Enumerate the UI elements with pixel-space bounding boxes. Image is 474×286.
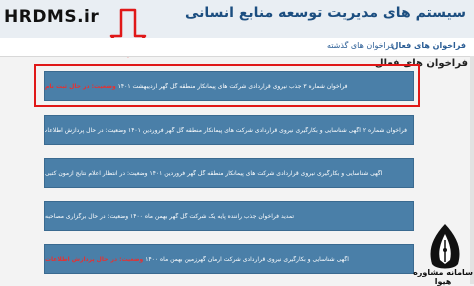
call-item-3-title: آگهی شناسایی و بکارگیری نیروی قراردادی ش…: [45, 169, 383, 177]
logo-text: سامانه مشاوره هیوا: [413, 268, 473, 286]
app-title: سیستم های مدیریت توسعه منابع انسانی: [184, 5, 466, 21]
call-item-5[interactable]: آگهی شناسایی و بکارگیری نیروی قراردادی ش…: [44, 244, 414, 274]
call-item-3[interactable]: آگهی شناسایی و بکارگیری نیروی قراردادی ش…: [44, 158, 414, 188]
tab-past-calls[interactable]: فراخوان های گذشته: [327, 41, 394, 50]
nav-bar: فراخوان های فعال فراخوان های گذشته: [0, 38, 474, 57]
call-item-5-status: وضعیت: در حال پردازش اطلاعات: [45, 255, 144, 263]
call-item-4[interactable]: تمدید فراخوان جذب راننده پایه یک شرکت گل…: [44, 201, 414, 231]
call-item-2[interactable]: فراخوان شماره ۲ آگهی شناسایی و بکارگیری …: [44, 115, 414, 145]
highlight-box: [34, 64, 420, 107]
site-watermark: HRDMS.ir: [4, 7, 100, 27]
call-item-5-title: آگهی شناسایی و بکارگیری نیروی قراردادی ش…: [145, 255, 349, 263]
call-item-4-title: تمدید فراخوان جذب راننده پایه یک شرکت گل…: [45, 212, 295, 220]
app-header: HRDMS.ir سیستم های مدیریت توسعه منابع ان…: [0, 0, 474, 39]
tab-active-calls[interactable]: فراخوان های فعال: [392, 41, 466, 50]
call-item-5-text: آگهی شناسایی و بکارگیری نیروی قراردادی ش…: [45, 256, 349, 263]
call-item-2-title: فراخوان شماره ۲ آگهی شناسایی و بکارگیری …: [45, 126, 407, 134]
